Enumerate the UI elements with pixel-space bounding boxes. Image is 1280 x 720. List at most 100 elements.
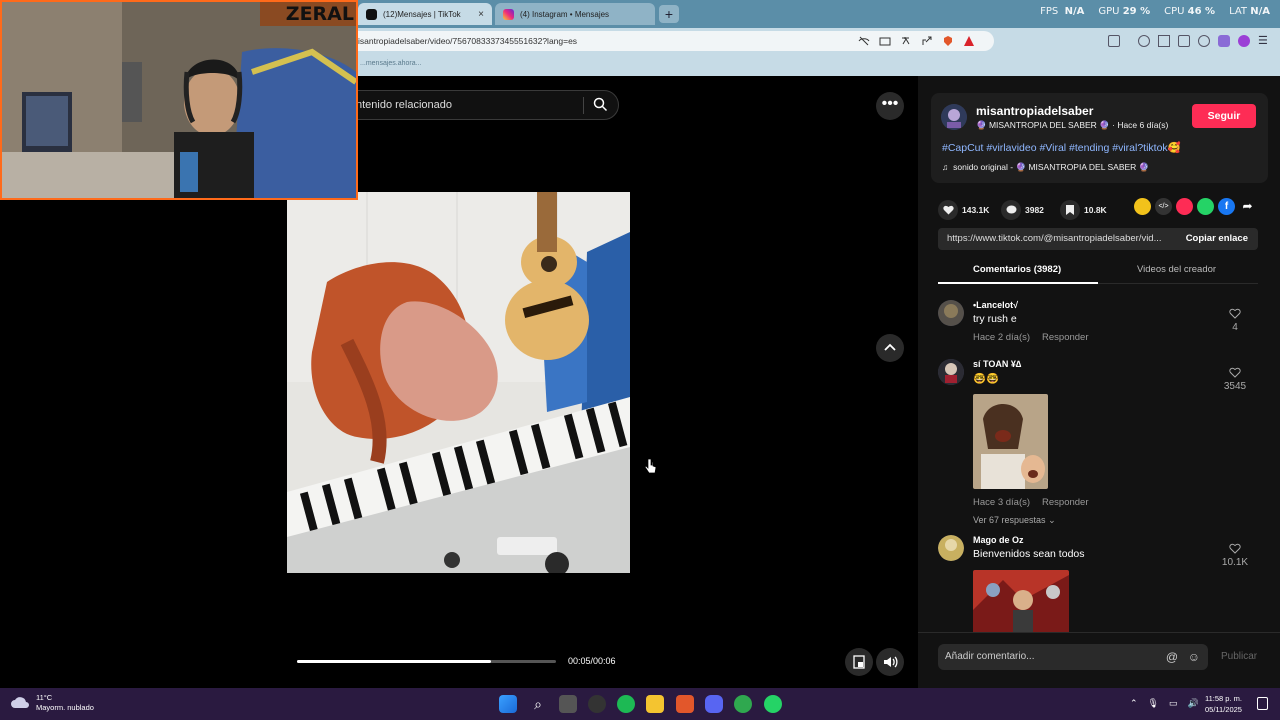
share-arrow-icon[interactable]: ➦ (1239, 198, 1256, 215)
wallet-icon[interactable] (1178, 35, 1190, 47)
system-tray: ⌃ 🎙 ▭ 🔊 (1130, 698, 1199, 709)
comment-image[interactable] (973, 394, 1048, 489)
mention-icon[interactable]: @ (1166, 644, 1178, 670)
post-link[interactable]: https://www.tiktok.com/@misantropiadelsa… (947, 233, 1162, 244)
miniplayer-button[interactable] (845, 648, 873, 676)
warning-icon[interactable] (963, 35, 975, 47)
weather-widget[interactable]: 11°C Mayorm. nublado (10, 693, 94, 713)
follow-button[interactable]: Seguir (1192, 104, 1256, 128)
tab-comments[interactable]: Comentarios (3982) (973, 264, 1061, 275)
divider (583, 97, 584, 114)
toolbar-icons: ☰ (1108, 35, 1270, 47)
whatsapp-icon[interactable] (764, 695, 782, 713)
sidebar-icon[interactable] (1108, 35, 1120, 47)
comment-text: 🤓🤓 (973, 373, 1000, 385)
comment-image[interactable] (973, 570, 1069, 632)
post-hashtags[interactable]: #CapCut #virlavideo #Viral #tending #vir… (942, 141, 1181, 154)
friends-share-icon[interactable] (1134, 198, 1151, 215)
network-icon[interactable]: ▭ (1169, 698, 1178, 709)
weather-text: Mayorm. nublado (36, 703, 94, 712)
fps-stat: FPS N/A (1040, 6, 1085, 17)
tab-creator-videos[interactable]: Videos del creador (1137, 264, 1216, 275)
comment-like[interactable]: 3545 (1220, 367, 1250, 392)
obs-icon[interactable] (588, 695, 606, 713)
related-search-input[interactable]: ntenido relacionado (330, 90, 619, 120)
start-icon[interactable] (499, 695, 517, 713)
volume-button[interactable] (876, 648, 904, 676)
heart-outline-icon (1229, 543, 1241, 554)
close-icon[interactable]: × (478, 9, 484, 20)
taskbar: 11°C Mayorm. nublado ⌕ ⌃ 🎙 ▭ 🔊 11:58 p. m… (0, 688, 1280, 720)
reader-icon[interactable] (1158, 35, 1170, 47)
vpn-icon[interactable] (1218, 35, 1230, 47)
chevron-up-icon (884, 343, 896, 351)
embed-icon[interactable]: </> (1155, 198, 1172, 215)
utorrent-icon[interactable] (734, 695, 752, 713)
previous-video-button[interactable] (876, 334, 904, 362)
comment-placeholder: Añadir comentario... (945, 651, 1035, 662)
tab-tiktok[interactable]: (12)Mensajes | TikTok × (358, 3, 492, 25)
post-link-field: https://www.tiktok.com/@misantropiadelsa… (938, 228, 1258, 250)
extensions-icon[interactable] (1198, 35, 1210, 47)
commenter-name[interactable]: Mago de Oz (973, 535, 1024, 545)
tab-instagram[interactable]: (4) Instagram • Mensajes (495, 3, 655, 25)
comment-stat[interactable]: 3982 (1001, 200, 1044, 220)
like-stat[interactable]: 143.1K (938, 200, 989, 220)
save-stat[interactable]: 10.8K (1060, 200, 1107, 220)
search-icon[interactable]: ⌕ (529, 695, 547, 713)
copy-link-button[interactable]: Copiar enlace (1186, 228, 1248, 250)
share-icon[interactable] (921, 35, 933, 47)
streamer-logo: ZERAL (260, 2, 356, 26)
video-progress-bar[interactable] (297, 660, 556, 663)
translate-icon[interactable] (900, 35, 912, 47)
speaker-icon[interactable]: 🔊 (1188, 698, 1199, 709)
whatsapp-icon[interactable] (1197, 198, 1214, 215)
view-replies-button[interactable]: Ver 67 respuestas ⌄ (973, 515, 1056, 526)
clock-time: 11:58 p. m. (1205, 694, 1242, 703)
emoji-icon[interactable]: ☺ (1188, 644, 1200, 670)
creator-username[interactable]: misantropiadelsaber (976, 104, 1093, 118)
search-icon[interactable] (593, 97, 608, 112)
music-icon[interactable] (1138, 35, 1150, 47)
commenter-name[interactable]: •Lancelot√ (973, 300, 1018, 310)
heart-icon (938, 200, 958, 220)
comment-tabs: Comentarios (3982) Videos del creador (938, 256, 1258, 284)
cast-icon[interactable] (879, 35, 891, 47)
chevron-up-icon[interactable]: ⌃ (1130, 698, 1138, 709)
menu-icon[interactable]: ☰ (1258, 35, 1270, 47)
spotify-icon[interactable] (617, 695, 635, 713)
reply-button[interactable]: Responder (1042, 332, 1088, 343)
commenter-avatar[interactable] (938, 359, 964, 385)
comment-like[interactable]: 4 (1220, 308, 1250, 333)
file-explorer-icon[interactable] (646, 695, 664, 713)
publish-button[interactable]: Publicar (1221, 651, 1257, 662)
clock[interactable]: 11:58 p. m. 05/11/2025 (1205, 693, 1242, 715)
commenter-avatar[interactable] (938, 300, 964, 326)
creator-avatar[interactable] (941, 104, 967, 130)
video-content-image (287, 192, 630, 573)
reply-button[interactable]: Responder (1042, 497, 1088, 508)
commenter-name[interactable]: sí TOAN ¥∆ (973, 359, 1021, 369)
comment-icon (1001, 200, 1021, 220)
comment-input[interactable]: Añadir comentario... @ ☺ (938, 644, 1208, 670)
profile-icon[interactable] (1238, 35, 1250, 47)
send-icon[interactable] (1176, 198, 1193, 215)
post-sound[interactable]: ♫ sonido original - 🔮 MISANTROPIA DEL SA… (942, 162, 1149, 173)
bookmark-item[interactable]: ...mensajes.ahora... (360, 60, 421, 67)
comment-like[interactable]: 10.1K (1220, 543, 1250, 568)
brave-shield-icon[interactable] (942, 35, 954, 47)
more-options-button[interactable]: ••• (876, 92, 904, 120)
commenter-avatar[interactable] (938, 535, 964, 561)
discord-icon[interactable] (705, 695, 723, 713)
notification-icon[interactable] (1257, 697, 1268, 710)
video-frame[interactable] (287, 192, 630, 573)
webcam-overlay: ZERAL (0, 0, 358, 200)
comment-text: Bienvenidos sean todos (973, 548, 1085, 560)
new-tab-button[interactable]: + (659, 5, 679, 23)
microphone-icon[interactable]: 🎙 (1148, 698, 1159, 709)
comment-item: Mago de Oz Bienvenidos sean todos 10.1K (938, 535, 1258, 632)
facebook-icon[interactable]: f (1218, 198, 1235, 215)
eye-off-icon[interactable] (858, 35, 870, 47)
task-view-icon[interactable] (559, 695, 577, 713)
brave-icon[interactable] (676, 695, 694, 713)
